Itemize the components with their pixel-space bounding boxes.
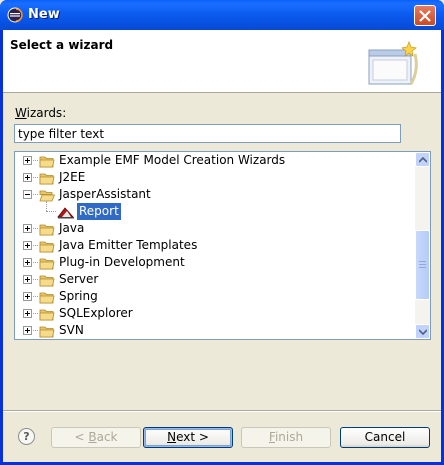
folder-icon	[39, 256, 55, 270]
window-title: New	[28, 7, 60, 22]
tree-folder-row[interactable]: Spring	[15, 288, 415, 305]
expand-icon[interactable]	[23, 173, 32, 182]
scroll-thumb[interactable]	[415, 230, 430, 300]
filter-input[interactable]	[14, 124, 401, 143]
tree-item-label[interactable]: Spring	[57, 288, 100, 305]
folder-icon	[39, 324, 55, 338]
close-button[interactable]	[414, 5, 436, 26]
wizard-window: New Select a wizard Wizards: Example EMF…	[0, 0, 444, 465]
tree-item-label[interactable]: Java	[57, 220, 86, 237]
tree-folder-row[interactable]: Java	[15, 220, 415, 237]
folder-icon	[39, 188, 56, 202]
tree-item-label[interactable]: JasperAssistant	[57, 186, 153, 203]
tree-item-label[interactable]: Example EMF Model Creation Wizards	[57, 152, 287, 169]
separator	[3, 410, 441, 412]
tree-item-label[interactable]: SQLExplorer	[57, 305, 135, 322]
tree-item-label[interactable]: Plug-in Development	[57, 254, 187, 271]
close-icon	[419, 10, 431, 22]
report-icon	[57, 205, 74, 219]
banner-title: Select a wizard	[10, 38, 114, 52]
tree-folder-row[interactable]: SQLExplorer	[15, 305, 415, 322]
tree-item-label[interactable]: Server	[57, 271, 100, 288]
tree-folder-row[interactable]: J2EE	[15, 169, 415, 186]
expand-icon[interactable]	[23, 326, 32, 335]
vertical-scrollbar[interactable]	[415, 152, 430, 339]
tree-folder-row[interactable]: JasperAssistant	[15, 186, 415, 203]
tree-rows: Example EMF Model Creation Wizards J2EE Ja…	[15, 152, 415, 339]
scroll-up-button[interactable]	[415, 152, 430, 167]
expand-icon[interactable]	[23, 275, 32, 284]
new-wizard-icon	[368, 41, 418, 85]
tree-item-label[interactable]: Report	[76, 202, 122, 221]
tree-leaf-row[interactable]: Report	[15, 201, 415, 221]
expand-icon[interactable]	[23, 258, 32, 267]
eclipse-icon	[7, 7, 23, 23]
expand-icon[interactable]	[23, 241, 32, 250]
next-button[interactable]: Next >	[143, 427, 233, 448]
cancel-button[interactable]: Cancel	[340, 427, 430, 448]
folder-icon	[39, 273, 55, 287]
expand-icon[interactable]	[23, 309, 32, 318]
wizard-banner: Select a wizard	[3, 30, 441, 93]
title-bar[interactable]: New	[0, 0, 444, 30]
folder-icon	[39, 239, 55, 253]
expand-icon[interactable]	[23, 224, 32, 233]
tree-folder-row[interactable]: Example EMF Model Creation Wizards	[15, 152, 415, 169]
wizard-tree[interactable]: Example EMF Model Creation Wizards J2EE Ja…	[14, 151, 431, 340]
tree-item-label[interactable]: Java Emitter Templates	[57, 237, 199, 254]
tree-item-label[interactable]: J2EE	[57, 169, 87, 186]
scroll-down-button[interactable]	[415, 324, 430, 339]
chevron-down-icon	[419, 329, 427, 335]
folder-icon	[39, 171, 55, 185]
folder-icon	[39, 290, 55, 304]
chevron-up-icon	[419, 157, 427, 163]
collapse-icon[interactable]	[23, 190, 32, 199]
tree-item-label[interactable]: SVN	[57, 322, 86, 339]
folder-icon	[39, 154, 55, 168]
tree-folder-row[interactable]: Java Emitter Templates	[15, 237, 415, 254]
finish-button[interactable]: Finish	[241, 427, 331, 448]
help-button[interactable]: ?	[18, 428, 35, 445]
wizards-label: Wizards:	[15, 106, 67, 120]
expand-icon[interactable]	[23, 292, 32, 301]
tree-folder-row[interactable]: Plug-in Development	[15, 254, 415, 271]
back-button[interactable]: < Back	[51, 427, 141, 448]
tree-folder-row[interactable]: SVN	[15, 322, 415, 339]
tree-folder-row[interactable]: Server	[15, 271, 415, 288]
expand-icon[interactable]	[23, 156, 32, 165]
dialog-client-area: Select a wizard Wizards: Example EMF Mod…	[3, 30, 441, 462]
folder-icon	[39, 222, 55, 236]
folder-icon	[39, 307, 55, 321]
